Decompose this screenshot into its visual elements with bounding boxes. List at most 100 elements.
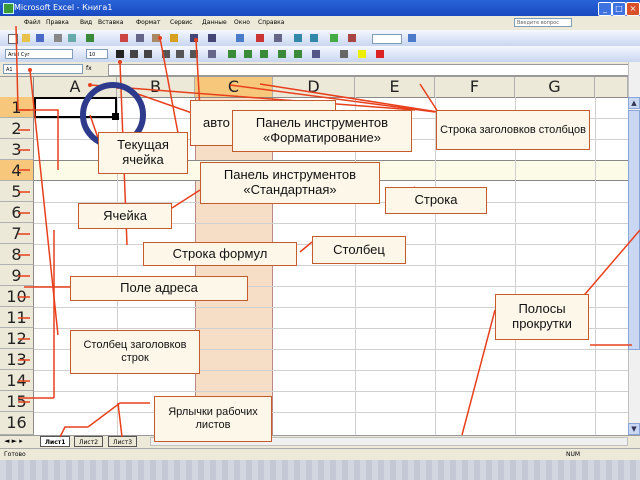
bold-icon[interactable] xyxy=(116,50,124,58)
font-size-select[interactable]: 10 xyxy=(86,49,108,59)
minimize-button[interactable]: _ xyxy=(598,2,612,16)
window-title: Microsoft Excel - Книга1 xyxy=(14,3,113,12)
callout-scrollbars: Полосы прокрутки xyxy=(495,294,589,340)
borders-icon[interactable] xyxy=(340,50,348,58)
row-header-10[interactable]: 10 xyxy=(0,286,34,307)
undo-icon[interactable] xyxy=(190,34,198,42)
new-document-icon[interactable] xyxy=(8,34,18,44)
underline-icon[interactable] xyxy=(144,50,152,58)
taskbar xyxy=(0,460,640,480)
preview-icon[interactable] xyxy=(68,34,76,42)
sort-ascending-icon[interactable] xyxy=(294,34,302,42)
align-left-icon[interactable] xyxy=(162,50,170,58)
row-header-12[interactable]: 12 xyxy=(0,328,34,349)
spellcheck-icon[interactable] xyxy=(86,34,94,42)
scroll-thumb[interactable] xyxy=(628,110,640,350)
cut-icon[interactable] xyxy=(120,34,128,42)
font-color-icon[interactable] xyxy=(376,50,384,58)
save-icon[interactable] xyxy=(36,34,44,42)
menu-tools[interactable]: Сервис xyxy=(170,16,192,30)
sort-descending-icon[interactable] xyxy=(310,34,318,42)
menu-window[interactable]: Окно xyxy=(234,16,250,30)
increase-decimal-icon[interactable] xyxy=(278,50,286,58)
scroll-up-arrow-icon[interactable]: ▲ xyxy=(628,97,640,109)
menu-view[interactable]: Вид xyxy=(80,16,92,30)
percent-icon[interactable] xyxy=(244,50,252,58)
sheet-tab-3[interactable]: Лист3 xyxy=(108,436,138,447)
merge-center-icon[interactable] xyxy=(208,50,216,58)
copy-icon[interactable] xyxy=(136,34,144,42)
column-header-e[interactable]: E xyxy=(355,77,435,97)
function-icon[interactable] xyxy=(274,34,282,42)
standard-toolbar xyxy=(0,30,640,47)
select-all-corner[interactable] xyxy=(0,77,34,97)
callout-row: Строка xyxy=(385,187,487,214)
thousands-icon[interactable] xyxy=(260,50,268,58)
format-painter-icon[interactable] xyxy=(170,34,178,42)
callout-formula-bar: Строка формул xyxy=(143,242,297,266)
row-header-3[interactable]: 3 xyxy=(0,139,34,160)
row-header-14[interactable]: 14 xyxy=(0,370,34,391)
row-header-9[interactable]: 9 xyxy=(0,265,34,286)
open-folder-icon[interactable] xyxy=(22,34,30,42)
help-question-input[interactable]: Введите вопрос xyxy=(514,18,572,27)
row-header-1[interactable]: 1 xyxy=(0,97,34,118)
zoom-select[interactable] xyxy=(372,34,402,44)
excel-app-icon xyxy=(3,3,14,14)
fill-color-icon[interactable] xyxy=(358,50,366,58)
menu-edit[interactable]: Правка xyxy=(46,16,69,30)
italic-icon[interactable] xyxy=(130,50,138,58)
column-header-extra xyxy=(595,77,628,97)
row-header-6[interactable]: 6 xyxy=(0,202,34,223)
callout-cell: Ячейка xyxy=(78,203,172,229)
sheet-tab-2[interactable]: Лист2 xyxy=(74,436,104,447)
maximize-button[interactable]: □ xyxy=(612,2,626,16)
currency-icon[interactable] xyxy=(228,50,236,58)
row-header-5[interactable]: 5 xyxy=(0,181,34,202)
drawing-icon[interactable] xyxy=(348,34,356,42)
row-header-11[interactable]: 11 xyxy=(0,307,34,328)
grid-line xyxy=(595,97,596,435)
font-name-select[interactable]: Arial Cyr xyxy=(5,49,73,59)
row-header-4[interactable]: 4 xyxy=(0,160,34,181)
redo-icon[interactable] xyxy=(208,34,216,42)
hyperlink-icon[interactable] xyxy=(236,34,244,42)
menu-format[interactable]: Формат xyxy=(136,16,160,30)
close-button[interactable]: × xyxy=(626,2,640,16)
menu-insert[interactable]: Вставка xyxy=(98,16,123,30)
indent-icon[interactable] xyxy=(312,50,320,58)
row-header-8[interactable]: 8 xyxy=(0,244,34,265)
row-header-13[interactable]: 13 xyxy=(0,349,34,370)
callout-current-cell: Текущая ячейка xyxy=(98,132,188,174)
callout-standard-toolbar: Панель инструментов «Стандартная» xyxy=(200,162,380,204)
column-header-f[interactable]: F xyxy=(435,77,515,97)
callout-name-box: Поле адреса xyxy=(70,276,248,301)
align-center-icon[interactable] xyxy=(176,50,184,58)
insert-function-icon[interactable]: fx xyxy=(86,64,106,74)
row-header-7[interactable]: 7 xyxy=(0,223,34,244)
row-header-2[interactable]: 2 xyxy=(0,118,34,139)
decrease-decimal-icon[interactable] xyxy=(294,50,302,58)
paste-icon[interactable] xyxy=(152,34,160,42)
sheet-tab-1[interactable]: Лист1 xyxy=(40,436,71,447)
menu-file[interactable]: Файл xyxy=(24,16,41,30)
grid-line xyxy=(34,265,628,266)
formula-input[interactable] xyxy=(108,64,638,76)
row-header-16[interactable]: 16 xyxy=(0,412,34,435)
grid-line xyxy=(34,391,628,392)
print-icon[interactable] xyxy=(54,34,62,42)
column-header-g[interactable]: G xyxy=(515,77,595,97)
help-icon[interactable] xyxy=(408,34,416,42)
name-box[interactable]: A1 xyxy=(3,64,83,74)
column-header-d[interactable]: D xyxy=(273,77,355,97)
scroll-down-arrow-icon[interactable]: ▼ xyxy=(628,423,640,435)
menu-data[interactable]: Данные xyxy=(202,16,227,30)
tab-scroll-arrows-icon[interactable]: ◄ ► ▸ xyxy=(4,436,23,447)
menu-help[interactable]: Справка xyxy=(258,16,284,30)
row-header-15[interactable]: 15 xyxy=(0,391,34,412)
align-right-icon[interactable] xyxy=(190,50,198,58)
chart-wizard-icon[interactable] xyxy=(330,34,338,42)
column-header-c[interactable]: C xyxy=(195,77,273,97)
grid-line xyxy=(34,412,628,413)
autosum-icon[interactable] xyxy=(256,34,264,42)
